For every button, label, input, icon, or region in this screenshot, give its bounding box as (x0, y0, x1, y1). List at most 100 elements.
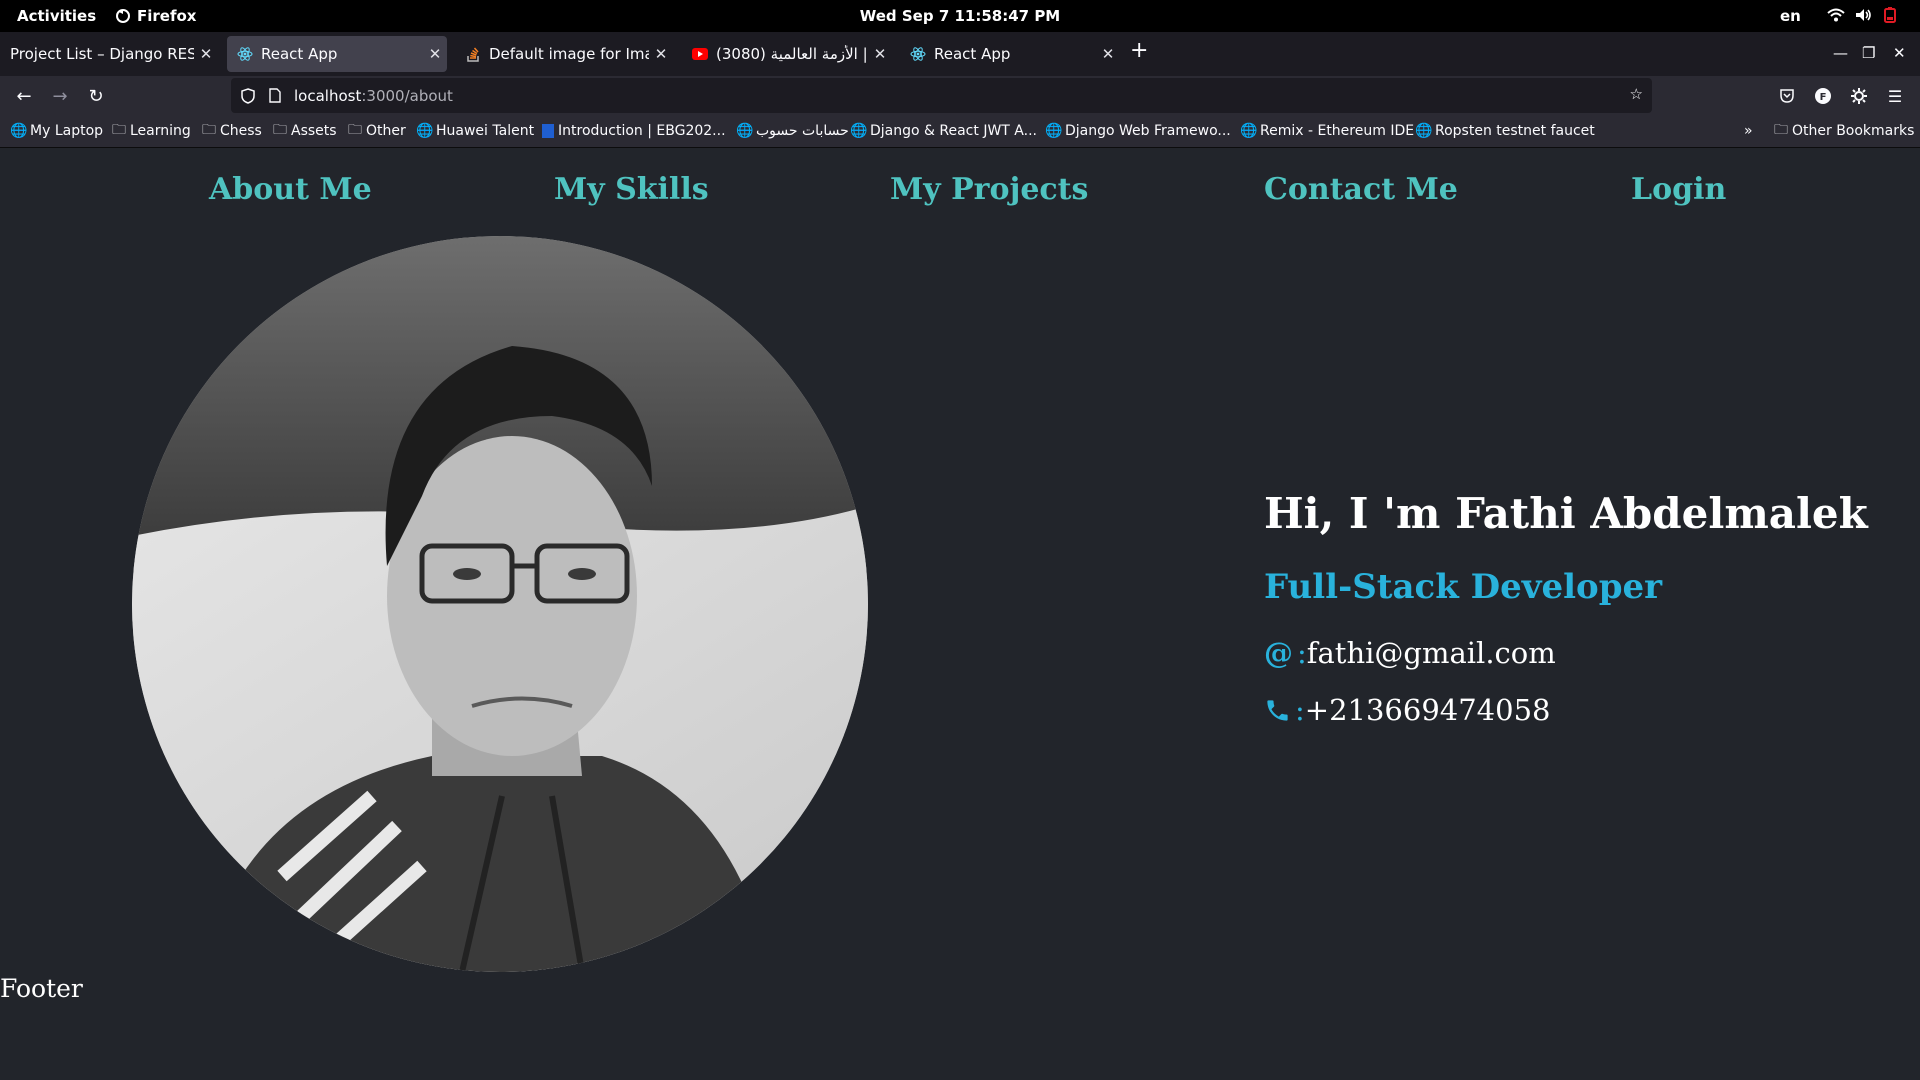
forward-arrow-icon: → (52, 85, 68, 107)
folder-icon: 🗀 (202, 122, 216, 138)
close-tab-icon[interactable]: ✕ (194, 45, 218, 63)
bookmark-label: Other Bookmarks (1792, 123, 1915, 139)
bookmark-django-react-jwt[interactable]: 🌐 Django & React JWT A... (850, 123, 1037, 139)
menu-button[interactable]: ☰ (1881, 82, 1909, 110)
youtube-icon (692, 46, 708, 62)
close-window-icon[interactable]: ✕ (1893, 44, 1906, 62)
extensions-button[interactable] (1845, 82, 1873, 110)
bookmark-introduction-ebg[interactable]: Introduction | EBG202... (542, 123, 726, 139)
nav-link-contact-me[interactable]: Contact Me (1264, 172, 1458, 207)
bookmark-django-web-framework[interactable]: 🌐 Django Web Framewo... (1045, 123, 1231, 139)
folder-icon: 🗀 (273, 122, 287, 138)
profile-photo (132, 236, 868, 972)
bookmark-my-laptop[interactable]: 🌐 My Laptop (10, 123, 104, 139)
nav-link-my-projects[interactable]: My Projects (890, 172, 1088, 207)
job-title: Full-Stack Developer (1264, 567, 1663, 607)
reload-button[interactable]: ↻ (82, 82, 110, 110)
other-bookmarks-folder[interactable]: 🗀 Other Bookmarks (1774, 122, 1915, 139)
ebg-icon (542, 124, 554, 138)
bookmark-label: Assets (291, 123, 337, 139)
tab-title: React App (934, 45, 1011, 63)
tab-react-app[interactable]: React App ✕ (900, 36, 1120, 72)
restore-icon[interactable]: ❐ (1862, 44, 1875, 62)
minimize-icon[interactable]: — (1833, 44, 1848, 62)
globe-icon: 🌐 (416, 123, 434, 139)
bookmark-label: Remix - Ethereum IDE (1260, 123, 1415, 139)
folder-icon: 🗀 (1774, 122, 1788, 138)
clock-area: Wed Sep 7 11:58:47 PM (0, 7, 1920, 25)
phone-separator: : (1295, 693, 1305, 727)
bookmark-hsoub-accounts[interactable]: 🌐 حسابات حسوب (736, 123, 849, 139)
tab-title: React App (261, 45, 338, 63)
close-tab-icon[interactable]: ✕ (423, 45, 447, 63)
bookmark-label: Huawei Talent (436, 123, 535, 139)
bookmark-folder-learning[interactable]: 🗀 Learning (112, 122, 191, 139)
navigation-toolbar: ← → ↻ localhost:3000/about ☆ F ☰ (0, 76, 1920, 116)
contact-phone: : +213669474058 (1264, 693, 1551, 727)
globe-icon: 🌐 (736, 123, 754, 139)
bookmarks-toolbar: 🌐 My Laptop 🗀 Learning 🗀 Chess 🗀 Assets 🗀 Oth… (0, 116, 1920, 148)
globe-icon: 🌐 (1045, 123, 1063, 139)
bookmark-label: حسابات حسوب (756, 123, 849, 139)
bookmark-folder-assets[interactable]: 🗀 Assets (273, 122, 337, 139)
bookmark-remix-ide[interactable]: 🌐 Remix - Ethereum IDE (1240, 123, 1415, 139)
bookmark-star-icon[interactable]: ☆ (1630, 85, 1643, 103)
contact-email: @ : fathi@gmail.com (1264, 636, 1556, 670)
extension-gear-icon (1851, 88, 1867, 104)
bookmark-folder-other[interactable]: 🗀 Other (348, 122, 406, 139)
page-icon (269, 88, 281, 103)
system-top-bar: Activities Firefox Wed Sep 7 11:58:47 PM… (0, 0, 1920, 32)
bookmark-folder-chess[interactable]: 🗀 Chess (202, 122, 262, 139)
url-host: localhost (294, 86, 362, 105)
system-tray[interactable] (1827, 7, 1897, 23)
bookmark-label: Chess (220, 123, 262, 139)
bookmark-huawei-talent[interactable]: 🌐 Huawei Talent (416, 123, 535, 139)
back-arrow-icon: ← (16, 85, 32, 107)
close-tab-icon[interactable]: ✕ (1096, 45, 1120, 63)
language-indicator[interactable]: en (1780, 7, 1801, 25)
more-bookmarks-chevron-icon[interactable]: » (1744, 123, 1753, 139)
shield-icon (241, 87, 255, 104)
bookmark-label: My Laptop (30, 123, 104, 139)
globe-icon: 🌐 (1240, 123, 1258, 139)
bookmark-ropsten-faucet[interactable]: 🌐 Ropsten testnet faucet (1415, 123, 1594, 139)
nav-link-my-skills[interactable]: My Skills (554, 172, 709, 207)
pocket-icon (1780, 89, 1794, 103)
tab-default-image[interactable]: Default image for ImageFi ✕ (455, 36, 673, 72)
email-separator: : (1297, 636, 1307, 670)
forward-button[interactable]: → (46, 82, 74, 110)
folder-icon: 🗀 (112, 122, 126, 138)
tab-project-list[interactable]: Project List – Django REST fra ✕ (0, 36, 218, 72)
close-tab-icon[interactable]: ✕ (649, 45, 673, 63)
account-avatar-icon: F (1815, 88, 1831, 104)
wifi-icon (1827, 8, 1845, 22)
page-footer: Footer (0, 974, 83, 1003)
bookmark-label: Django Web Framewo... (1065, 123, 1231, 139)
new-tab-button[interactable]: + (1130, 38, 1148, 63)
tab-react-app-active[interactable]: React App ✕ (227, 36, 447, 72)
tab-youtube[interactable]: الدحيح | الأزمة العالمية (3080) ✕ (682, 36, 892, 72)
pocket-button[interactable] (1773, 82, 1801, 110)
bookmark-label: Django & React JWT A... (870, 123, 1037, 139)
tab-strip: Project List – Django REST fra ✕ React A… (0, 32, 1920, 76)
nav-link-login[interactable]: Login (1631, 172, 1726, 207)
at-sign-icon: @ (1264, 636, 1293, 670)
back-button[interactable]: ← (10, 82, 38, 110)
globe-icon: 🌐 (10, 123, 28, 139)
reload-icon: ↻ (88, 85, 104, 107)
url-bar[interactable]: localhost:3000/about ☆ (231, 78, 1652, 113)
svg-text:F: F (1820, 92, 1827, 103)
clock[interactable]: Wed Sep 7 11:58:47 PM (860, 7, 1061, 25)
folder-icon: 🗀 (348, 122, 362, 138)
phone-value: +213669474058 (1304, 693, 1551, 727)
account-button[interactable]: F (1809, 82, 1837, 110)
nav-link-about-me[interactable]: About Me (209, 172, 372, 207)
close-tab-icon[interactable]: ✕ (868, 45, 892, 63)
bookmark-label: Introduction | EBG202... (558, 123, 726, 139)
battery-icon (1884, 7, 1896, 23)
react-icon (237, 46, 253, 62)
tab-title: الدحيح | الأزمة العالمية (3080) (716, 45, 868, 63)
bookmark-label: Other (366, 123, 406, 139)
react-icon (910, 46, 926, 62)
globe-icon: 🌐 (1415, 123, 1433, 139)
